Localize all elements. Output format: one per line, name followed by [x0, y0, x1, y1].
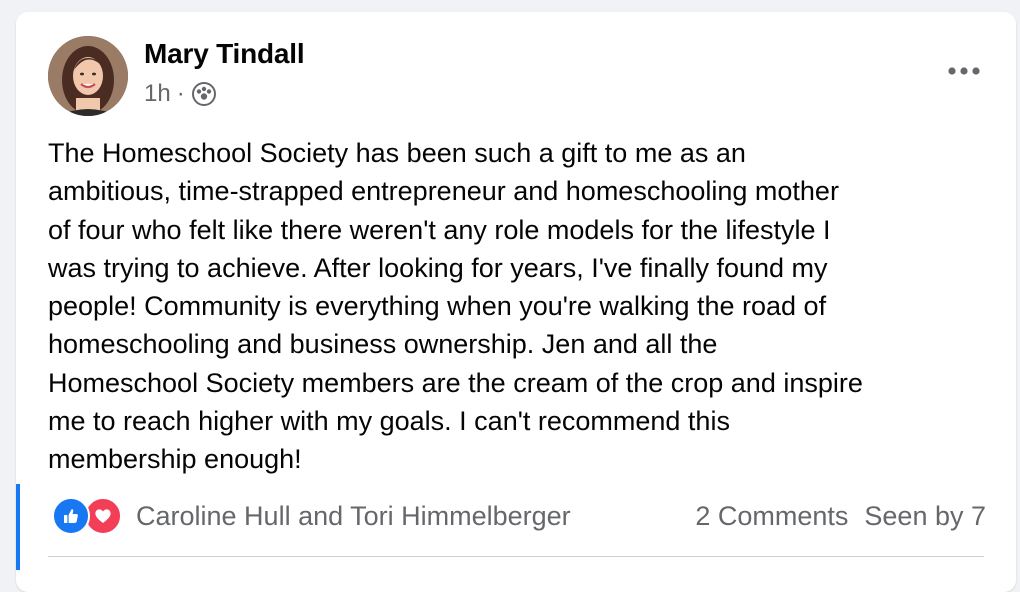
more-horizontal-icon [948, 67, 980, 75]
footer-divider [48, 556, 984, 557]
post-footer: Caroline Hull and Tori Himmelberger 2 Co… [52, 496, 986, 536]
like-icon [52, 497, 90, 535]
post-time[interactable]: 1h [144, 80, 171, 108]
post-meta: 1h · [144, 80, 217, 108]
avatar-photo [48, 36, 128, 116]
accent-bar [16, 484, 20, 570]
reactors-text[interactable]: Caroline Hull and Tori Himmelberger [136, 501, 571, 532]
reaction-icons[interactable] [52, 497, 122, 535]
group-icon[interactable] [191, 81, 217, 107]
comments-count[interactable]: 2 Comments [695, 501, 848, 532]
post-text: The Homeschool Society has been such a g… [48, 138, 863, 475]
more-options-button[interactable] [940, 56, 988, 86]
post-card: Mary Tindall 1h · The Homeschool Society… [16, 12, 1016, 592]
seen-by[interactable]: Seen by 7 [864, 501, 986, 532]
meta-separator: · [176, 80, 185, 107]
avatar[interactable] [48, 36, 128, 116]
author-name[interactable]: Mary Tindall [144, 38, 305, 70]
